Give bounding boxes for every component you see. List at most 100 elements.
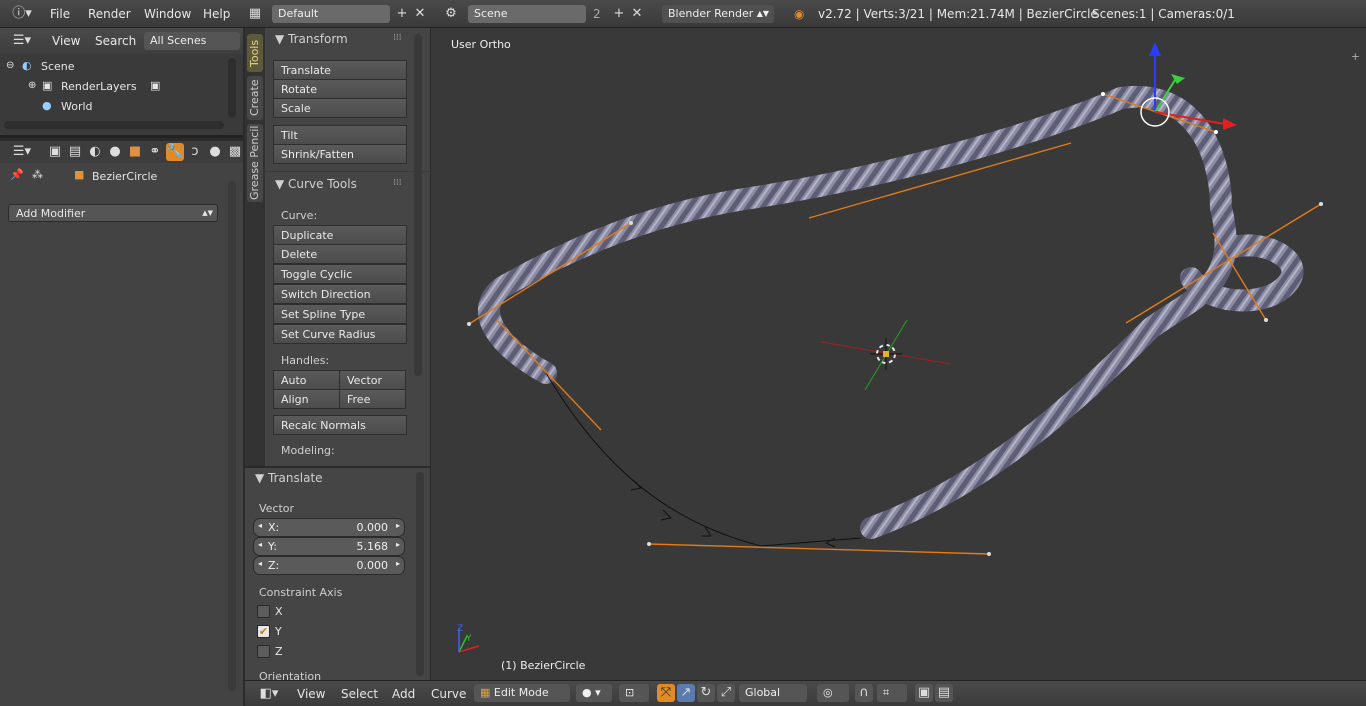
expand-icon[interactable]: ⊕ [28,80,36,91]
scale-manipulator-icon[interactable]: ⤢ [717,684,735,702]
modifiers-tab-icon[interactable]: 🔧 [166,143,184,161]
tab-tools[interactable]: Tools [247,34,263,72]
vector-x-field[interactable]: ◂ X: 0.000 ▸ [253,518,405,537]
menu-select[interactable]: Select [341,687,378,701]
menu-window[interactable]: Window [144,7,191,21]
render-animation-icon[interactable]: ▤ [935,684,953,702]
add-layout-icon[interactable]: + [393,5,411,23]
add-modifier-select[interactable]: Add Modifier ▲▼ [8,204,218,222]
menu-help[interactable]: Help [203,7,230,21]
menu-add[interactable]: Add [392,687,415,701]
data-tab-icon[interactable]: ↄ [186,143,204,161]
tree-item-scene[interactable]: ⊖ ◐ Scene [6,59,226,77]
mode-select[interactable]: ▦ Edit Mode [474,684,570,702]
close-scene-icon[interactable]: ✕ [628,5,646,23]
layout-name-field[interactable]: Default [272,5,390,23]
switch-direction-button[interactable]: Switch Direction [273,284,407,304]
snap-toggle-icon[interactable]: ∩ [855,684,873,702]
increment-arrow-icon[interactable]: ▸ [396,540,400,549]
outliner-editor-icon[interactable]: ☰▾ [8,32,36,50]
delete-button[interactable]: Delete [273,244,407,264]
shrink-fatten-button[interactable]: Shrink/Fatten [273,144,407,164]
collapse-icon[interactable]: ⊖ [6,60,14,71]
handle-auto-button[interactable]: Auto [273,370,340,390]
decrement-arrow-icon[interactable]: ◂ [258,521,262,530]
add-scene-icon[interactable]: + [610,5,628,23]
render-opengl-icon[interactable]: ▣ [915,684,933,702]
screen-layout-icon[interactable]: ▦ [244,5,266,23]
scene-icon[interactable]: ⚙ [440,5,462,23]
3d-view-editor-icon[interactable]: ◧▾ [255,685,283,703]
world-tab-icon[interactable]: ● [106,143,124,161]
tree-item-world[interactable]: ● World [42,99,222,117]
menu-file[interactable]: File [50,7,70,21]
handle-vector-button[interactable]: Vector [339,370,406,390]
outliner-hscrollbar[interactable] [4,121,224,129]
outliner-filter-select[interactable]: All Scenes [144,32,240,50]
constraint-y-checkbox[interactable]: ✔ [257,625,270,638]
menu-view[interactable]: View [297,687,325,701]
rotate-button[interactable]: Rotate [273,79,407,99]
material-tab-icon[interactable]: ● [206,143,224,161]
texture-tab-icon[interactable]: ▩ [226,143,244,161]
translate-panel-header[interactable]: ▼ Translate [255,471,323,485]
drag-handle-icon[interactable]: ⁞⁞⁞ [393,178,402,188]
menu-render[interactable]: Render [88,7,131,21]
toggle-cyclic-button[interactable]: Toggle Cyclic [273,264,407,284]
handle-free-button[interactable]: Free [339,389,406,409]
redo-scrollbar[interactable] [416,472,424,676]
tab-grease-pencil[interactable]: Grease Pencil [247,124,263,202]
snap-element-select[interactable]: ⌗ [877,684,907,702]
curve-tools-panel-header[interactable]: ▼ Curve Tools [275,177,357,191]
translate-button[interactable]: Translate [273,60,407,80]
scale-button[interactable]: Scale [273,98,407,118]
drag-handle-icon[interactable]: ⁞⁞⁞ [393,33,402,43]
transform-orientation-select[interactable]: Global [739,684,807,702]
render-tab-icon[interactable]: ▣ [46,143,64,161]
info-editor-icon[interactable]: ⓘ▾ [8,5,36,23]
decrement-arrow-icon[interactable]: ◂ [258,559,262,568]
translate-manipulator-icon[interactable]: ↗ [677,684,695,702]
outliner-search-menu[interactable]: Search [95,34,136,48]
3d-viewport[interactable]: User Ortho + Z Y (1) BezierCircle [431,28,1366,680]
handle-align-button[interactable]: Align [273,389,340,409]
pin-icon[interactable]: 📌 [10,168,24,181]
transform-panel-header[interactable]: ▼ Transform [275,32,348,46]
tab-create[interactable]: Create [247,76,263,120]
properties-editor-icon[interactable]: ☰▾ [8,143,36,161]
vector-y-field[interactable]: ◂ Y: 5.168 ▸ [253,537,405,556]
menu-curve[interactable]: Curve [431,687,466,701]
toolshelf-scrollbar[interactable] [414,34,422,376]
object-tab-icon[interactable]: ■ [126,143,144,161]
viewport-header: ◧▾ View Select Add Curve ▦ Edit Mode ● ▾… [245,680,1366,706]
outliner-vscrollbar[interactable] [228,58,236,118]
3d-cursor[interactable] [820,319,952,391]
outliner-view-menu[interactable]: View [52,34,80,48]
render-engine-select[interactable]: Blender Render ▲▼ [662,5,774,23]
manipulator-toggle-icon[interactable]: ⤧ [657,684,675,702]
render-toggle-icon[interactable]: ▣ [150,79,160,92]
scene-name-field[interactable]: Scene [468,5,586,23]
increment-arrow-icon[interactable]: ▸ [396,521,400,530]
vector-z-field[interactable]: ◂ Z: 0.000 ▸ [253,556,405,575]
constraint-z-checkbox[interactable] [257,645,270,658]
duplicate-button[interactable]: Duplicate [273,225,407,245]
tilt-button[interactable]: Tilt [273,125,407,145]
constraint-x-checkbox[interactable] [257,605,270,618]
recalc-normals-button[interactable]: Recalc Normals [273,415,407,435]
renderlayers-tab-icon[interactable]: ▤ [66,143,84,161]
decrement-arrow-icon[interactable]: ◂ [258,540,262,549]
pivot-point-select[interactable]: ⊡ [619,684,649,702]
viewport-canvas[interactable]: Z Y [431,28,1366,680]
set-curve-radius-button[interactable]: Set Curve Radius [273,324,407,344]
set-spline-type-button[interactable]: Set Spline Type [273,304,407,324]
increment-arrow-icon[interactable]: ▸ [396,559,400,568]
scene-tab-icon[interactable]: ◐ [86,143,104,161]
rotate-manipulator-icon[interactable]: ↻ [697,684,715,702]
properties-scrollbar[interactable] [228,181,236,691]
proportional-edit-select[interactable]: ◎ [817,684,849,702]
viewport-shading-select[interactable]: ● ▾ [576,684,612,702]
close-layout-icon[interactable]: ✕ [411,5,429,23]
constraints-tab-icon[interactable]: ⚭ [146,143,164,161]
tree-item-renderlayers[interactable]: ⊕ ▣ RenderLayers ▣ [28,79,228,97]
